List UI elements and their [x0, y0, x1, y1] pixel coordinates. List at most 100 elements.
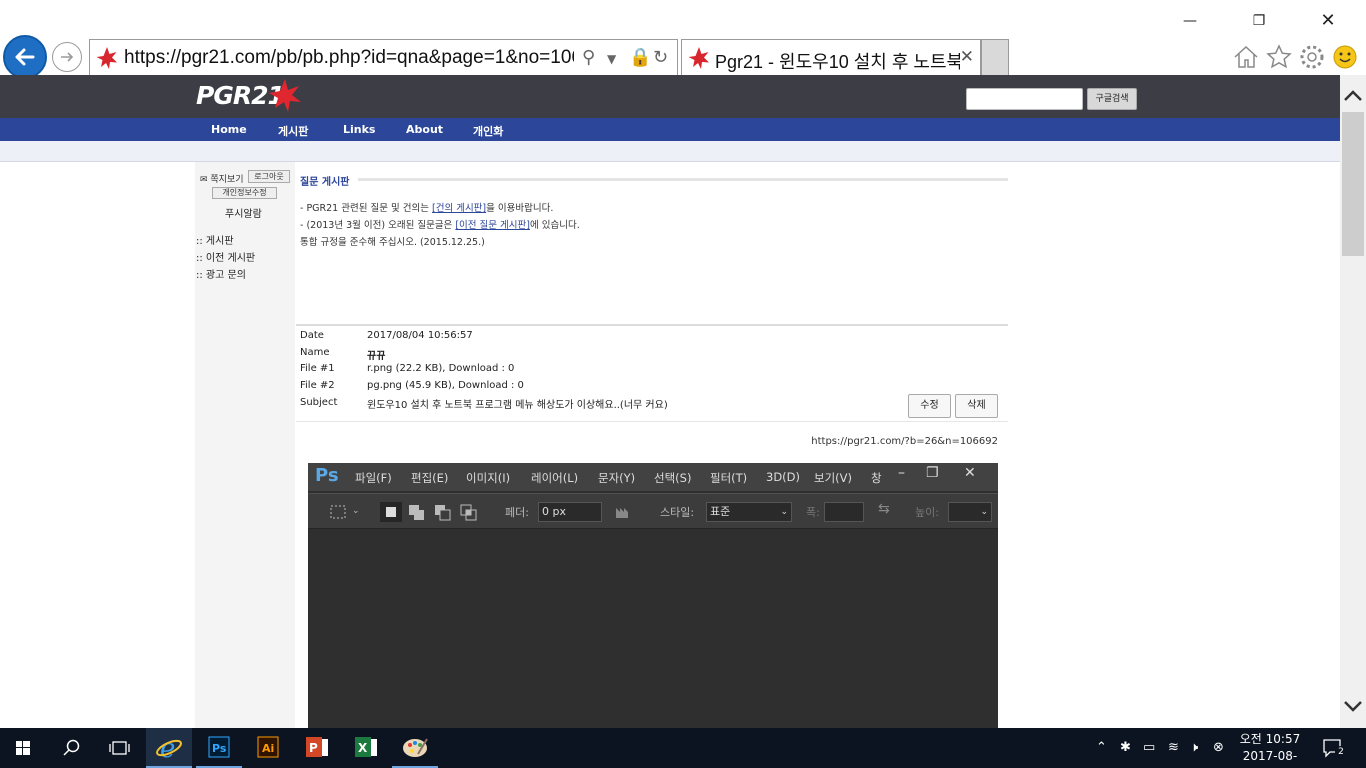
- battery-icon[interactable]: ▭: [1143, 740, 1155, 755]
- ps-minimize-icon: –: [898, 465, 905, 481]
- logout-button[interactable]: 로그아웃: [248, 170, 290, 183]
- favorites-star-icon[interactable]: [1265, 43, 1293, 71]
- lock-icon[interactable]: 🔒: [629, 47, 651, 68]
- forward-button[interactable]: [52, 42, 82, 72]
- tray-chevron-icon[interactable]: ⌃: [1096, 740, 1107, 755]
- push-alarm-link[interactable]: 푸시알람: [225, 205, 262, 220]
- ps-menu-type: 문자(Y): [598, 471, 636, 485]
- style-select: 표준 ⌄: [706, 502, 792, 522]
- taskbar-internet-explorer[interactable]: e: [146, 728, 192, 768]
- post-date: 2017/08/04 10:56:57: [367, 330, 473, 341]
- minimize-button[interactable]: —: [1167, 8, 1213, 34]
- scroll-down-icon[interactable]: [1343, 696, 1363, 716]
- sidebar: ✉ 쪽지보기 로그아웃 개인정보수정 푸시알람 :: 게시판 :: 이전 게시판…: [195, 162, 295, 728]
- info-bottom-divider: [296, 421, 1008, 422]
- swap-icon: ⇆: [878, 501, 890, 517]
- site-header: PGR21 구글검색: [0, 75, 1340, 118]
- address-bar[interactable]: https://pgr21.com/pb/pb.php?id=qna&page=…: [89, 39, 678, 75]
- wifi-icon[interactable]: ≋: [1168, 740, 1179, 755]
- action-center-button[interactable]: 2: [1322, 738, 1347, 760]
- settings-gear-icon[interactable]: [1298, 43, 1326, 71]
- close-button[interactable]: ✕: [1305, 8, 1351, 34]
- taskbar-powerpoint[interactable]: P: [294, 728, 340, 768]
- ps-menu-window: 창: [871, 471, 882, 485]
- sidebar-item-board[interactable]: :: 게시판: [196, 232, 234, 247]
- notification-count: 2: [1335, 746, 1347, 758]
- old-qna-board-link[interactable]: [이전 질문 게시판]: [455, 220, 530, 231]
- taskbar-paint[interactable]: [392, 728, 438, 768]
- windows-start-icon[interactable]: [0, 728, 46, 768]
- ps-menu-image: 이미지(I): [466, 471, 511, 485]
- tab-pgr21[interactable]: Pgr21 - 윈도우10 설치 후 노트북 프로그램 메뉴 ✕: [681, 39, 981, 75]
- message-link[interactable]: ✉ 쪽지보기: [200, 172, 244, 185]
- ps-menu-3d: 3D(D): [766, 470, 801, 484]
- google-search-button[interactable]: 구글검색: [1087, 88, 1137, 110]
- bluetooth-icon[interactable]: ✱: [1120, 740, 1131, 755]
- notice-1-text: - PGR21 관련된 질문 및 건의는: [300, 203, 432, 214]
- svg-text:Ps: Ps: [212, 742, 227, 755]
- suggestion-board-link[interactable]: [건의 게시판]: [432, 203, 486, 214]
- dropdown-chevron-icon[interactable]: ▼: [607, 52, 616, 66]
- title-divider: [358, 178, 1008, 181]
- refresh-icon[interactable]: ↻: [653, 47, 668, 68]
- search-icon[interactable]: ⚲: [582, 47, 595, 68]
- scroll-thumb[interactable]: [1342, 112, 1364, 256]
- nav-about[interactable]: About: [406, 123, 443, 136]
- volume-muted-icon[interactable]: 🕨: [1190, 740, 1198, 755]
- excel-icon: X: [355, 737, 377, 757]
- url-text[interactable]: https://pgr21.com/pb/pb.php?id=qna&page=…: [124, 47, 574, 69]
- page-scrollbar[interactable]: [1340, 75, 1366, 728]
- ps-close-icon: ✕: [964, 465, 976, 481]
- taskbar-excel[interactable]: X: [343, 728, 389, 768]
- date-label: Date: [300, 330, 324, 341]
- style-dropdown-icon: ⌄: [780, 507, 788, 517]
- tab-close-icon[interactable]: ✕: [960, 47, 974, 67]
- ps-menubar: Ps 파일(F) 편집(E) 이미지(I) 레이어(L) 문자(Y) 선택(S)…: [308, 463, 998, 491]
- notice-2-text: - (2013년 3월 이전) 오래된 질문글은: [300, 220, 456, 231]
- svg-text:X: X: [358, 741, 368, 755]
- scroll-up-icon[interactable]: [1343, 86, 1363, 106]
- nav-personalize[interactable]: 개인화: [473, 123, 503, 139]
- svg-text:Ai: Ai: [262, 742, 274, 755]
- short-url[interactable]: https://pgr21.com/?b=26&n=106692: [811, 436, 998, 447]
- file1-link[interactable]: r.png (22.2 KB), Download : 0: [367, 363, 514, 374]
- post-author[interactable]: 뀨뀨: [367, 347, 385, 362]
- subtract-selection-icon: [435, 505, 451, 521]
- delete-button[interactable]: 삭제: [955, 394, 998, 418]
- smiley-feedback-icon[interactable]: [1331, 43, 1359, 71]
- forward-arrow-icon: [61, 52, 74, 62]
- network-error-icon[interactable]: ⊗: [1213, 740, 1224, 755]
- back-arrow-icon: [15, 48, 35, 66]
- antialias-icon: [616, 508, 628, 518]
- width-input: [824, 502, 864, 522]
- sidebar-item-old-board[interactable]: :: 이전 게시판: [196, 249, 255, 264]
- ps-tool-dropdown-icon: ⌄: [352, 506, 360, 516]
- sidebar-item-ad-inquiry[interactable]: :: 광고 문의: [196, 266, 246, 281]
- taskbar-illustrator[interactable]: Ai: [245, 728, 291, 768]
- taskbar-photoshop[interactable]: Ps: [196, 728, 242, 768]
- site-nav: Home 게시판 Links About 개인화: [0, 118, 1340, 141]
- notice-1: - PGR21 관련된 질문 및 건의는 [건의 게시판]을 이용바랍니다.: [300, 200, 553, 214]
- logo-star-icon: [269, 79, 301, 112]
- restore-button[interactable]: ❐: [1236, 8, 1282, 34]
- nav-links[interactable]: Links: [343, 123, 375, 136]
- ps-menu-select: 선택(S): [654, 471, 692, 485]
- search-icon[interactable]: [48, 728, 94, 768]
- edit-button[interactable]: 수정: [908, 394, 951, 418]
- new-tab-button[interactable]: [981, 39, 1009, 75]
- google-search-input[interactable]: [966, 88, 1083, 110]
- nav-board[interactable]: 게시판: [278, 123, 308, 139]
- browser-chrome: — ❐ ✕ https://pgr21.com/pb/pb.php?id=qna…: [0, 0, 1366, 79]
- task-view-icon[interactable]: [96, 728, 142, 768]
- post-subject: 윈도우10 설치 후 노트북 프로그램 메뉴 해상도가 이상해요..(너무 커요…: [367, 400, 668, 411]
- style-label: 스타일:: [660, 506, 695, 519]
- svg-text:P: P: [309, 741, 318, 755]
- name-label: Name: [300, 347, 330, 358]
- clock-date: 2017-08-04: [1242, 749, 1298, 768]
- nav-home[interactable]: Home: [211, 123, 247, 136]
- clock[interactable]: 오전 10:57 2017-08-04: [1236, 731, 1304, 768]
- file2-link[interactable]: pg.png (45.9 KB), Download : 0: [367, 380, 524, 391]
- back-button[interactable]: [3, 35, 47, 79]
- home-icon[interactable]: [1232, 43, 1260, 71]
- profile-edit-button[interactable]: 개인정보수정: [212, 187, 277, 199]
